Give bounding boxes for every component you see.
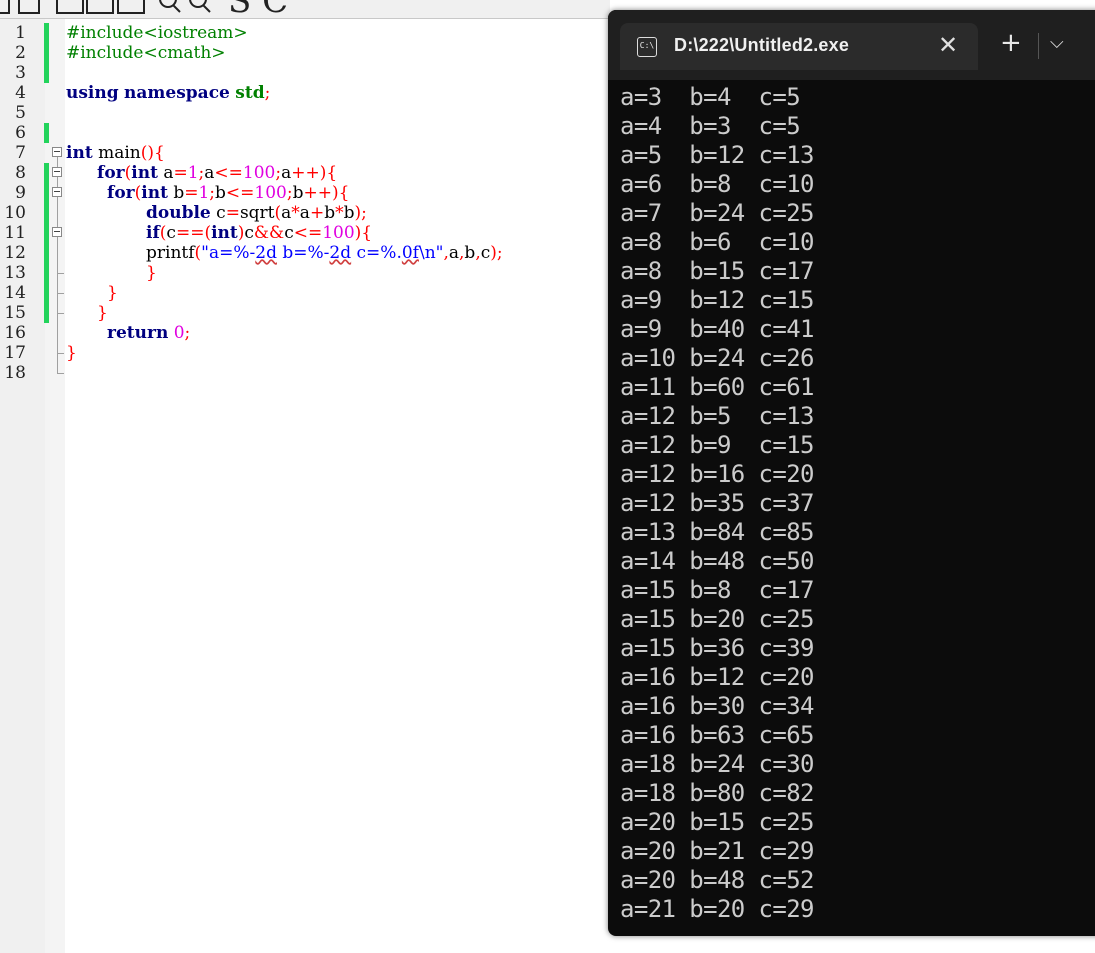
line-number: 5 [15, 103, 26, 123]
output-line: a=11 b=60 c=61 [620, 373, 814, 401]
output-line: a=7 b=24 c=25 [620, 199, 814, 227]
output-line: a=16 b=63 c=65 [620, 721, 814, 749]
output-line: a=15 b=8 c=17 [620, 576, 814, 604]
window-tile-icon[interactable] [56, 0, 84, 14]
window-close-icon[interactable] [117, 0, 145, 14]
line-number: 12 [4, 243, 26, 263]
output-line: a=12 b=35 c=37 [620, 489, 814, 517]
line-number: 17 [4, 343, 26, 363]
line-number: 11 [4, 223, 26, 243]
fold-end-tick [57, 353, 64, 354]
output-line: a=14 b=48 c=50 [620, 547, 814, 575]
terminal-tab[interactable]: C:\ D:\222\Untitled2.exe ✕ [620, 23, 978, 70]
output-line: a=12 b=16 c=20 [620, 460, 814, 488]
toolbar-button-partial[interactable] [0, 0, 10, 14]
output-line: a=15 b=36 c=39 [620, 634, 814, 662]
fold-end-tick [57, 313, 64, 314]
line-number: 7 [15, 143, 26, 163]
output-line: a=20 b=48 c=52 [620, 866, 814, 894]
change-marker [44, 123, 49, 143]
toolbar-glyphs[interactable]: S C [228, 0, 288, 18]
fold-toggle-for-a[interactable] [52, 167, 62, 177]
output-line: a=12 b=5 c=13 [620, 402, 814, 430]
code-line-7: int main(){ [66, 143, 165, 163]
line-number: 13 [4, 263, 26, 283]
output-line: a=9 b=40 c=41 [620, 315, 814, 343]
output-line: a=13 b=84 c=85 [620, 518, 814, 546]
close-tab-icon[interactable]: ✕ [938, 31, 958, 59]
output-line: a=15 b=20 c=25 [620, 605, 814, 633]
terminal-titlebar[interactable]: C:\ D:\222\Untitled2.exe ✕ + ⌵ [608, 10, 1095, 80]
console-icon: C:\ [637, 37, 657, 57]
code-line-17: } [66, 343, 77, 363]
output-line: a=20 b=15 c=25 [620, 808, 814, 836]
code-line-4: using namespace std; [66, 83, 271, 103]
chevron-down-icon[interactable]: ⌵ [1050, 32, 1064, 53]
titlebar-divider [1038, 33, 1039, 59]
output-line: a=4 b=3 c=5 [620, 112, 801, 140]
code-line-12: printf("a=%-2d b=%-2d c=%.0f\n",a,b,c); [146, 243, 503, 263]
output-line: a=3 b=4 c=5 [620, 83, 801, 111]
code-line-13: } [146, 263, 157, 283]
line-number: 2 [15, 43, 26, 63]
output-line: a=6 b=8 c=10 [620, 170, 814, 198]
window-cascade-icon[interactable] [86, 0, 114, 14]
zoom-out-icon[interactable] [188, 0, 212, 14]
terminal-tab-title: D:\222\Untitled2.exe [674, 35, 850, 55]
change-marker [44, 163, 49, 323]
line-number: 8 [15, 163, 26, 183]
output-line: a=12 b=9 c=15 [620, 431, 814, 459]
code-editor[interactable]: 1 2 3 4 5 6 7 8 9 10 11 12 13 14 15 16 17 18 #include<ios… [0, 19, 610, 953]
line-number: 3 [15, 63, 26, 83]
code-line-1: #include<iostream> [66, 23, 248, 43]
line-number: 9 [15, 183, 26, 203]
output-line: a=18 b=24 c=30 [620, 750, 814, 778]
line-number: 16 [4, 323, 26, 343]
fold-toggle-for-b[interactable] [52, 187, 62, 197]
code-line-9: for(int b=1;b<=100;b++){ [107, 183, 350, 203]
fold-toggle-main[interactable] [52, 147, 62, 157]
output-line: a=16 b=12 c=20 [620, 663, 814, 691]
new-tab-button[interactable]: + [1000, 30, 1022, 56]
change-marker [44, 23, 49, 83]
line-number: 6 [15, 123, 26, 143]
output-line: a=16 b=30 c=34 [620, 692, 814, 720]
line-number: 18 [4, 363, 26, 383]
output-line: a=18 b=80 c=82 [620, 779, 814, 807]
code-line-15: } [97, 303, 108, 323]
output-line: a=9 b=12 c=15 [620, 286, 814, 314]
save-icon[interactable] [18, 0, 40, 14]
fold-end-tick [57, 293, 64, 294]
fold-end-tick [57, 273, 64, 274]
code-line-14: } [107, 283, 118, 303]
output-line: a=21 b=20 c=29 [620, 895, 814, 923]
code-line-8: for(int a=1;a<=100;a++){ [97, 163, 338, 183]
output-line: a=8 b=15 c=17 [620, 257, 814, 285]
zoom-in-icon[interactable] [158, 0, 182, 14]
line-number: 10 [4, 203, 26, 223]
line-number: 1 [15, 23, 26, 43]
terminal-window[interactable]: C:\ D:\222\Untitled2.exe ✕ + ⌵ a=3 b=4 c… [608, 10, 1095, 936]
code-line-11: if(c==(int)c&&c<=100){ [146, 223, 373, 243]
fold-end-tick [57, 373, 64, 374]
output-line: a=5 b=12 c=13 [620, 141, 814, 169]
code-line-2: #include<cmath> [66, 43, 226, 63]
terminal-output: a=3 b=4 c=5 a=4 b=3 c=5 a=5 b=12 c=13 a=6 b… [620, 83, 814, 924]
output-line: a=10 b=24 c=26 [620, 344, 814, 372]
fold-margin [45, 19, 65, 953]
fold-toggle-if[interactable] [52, 227, 62, 237]
code-line-16: return 0; [107, 323, 191, 343]
output-line: a=8 b=6 c=10 [620, 228, 814, 256]
ide-toolbar: S C [0, 0, 610, 19]
code-line-10: double c=sqrt(a*a+b*b); [146, 203, 367, 223]
line-number: 15 [4, 303, 26, 323]
line-number: 4 [15, 83, 26, 103]
output-line: a=20 b=21 c=29 [620, 837, 814, 865]
line-number: 14 [4, 283, 26, 303]
